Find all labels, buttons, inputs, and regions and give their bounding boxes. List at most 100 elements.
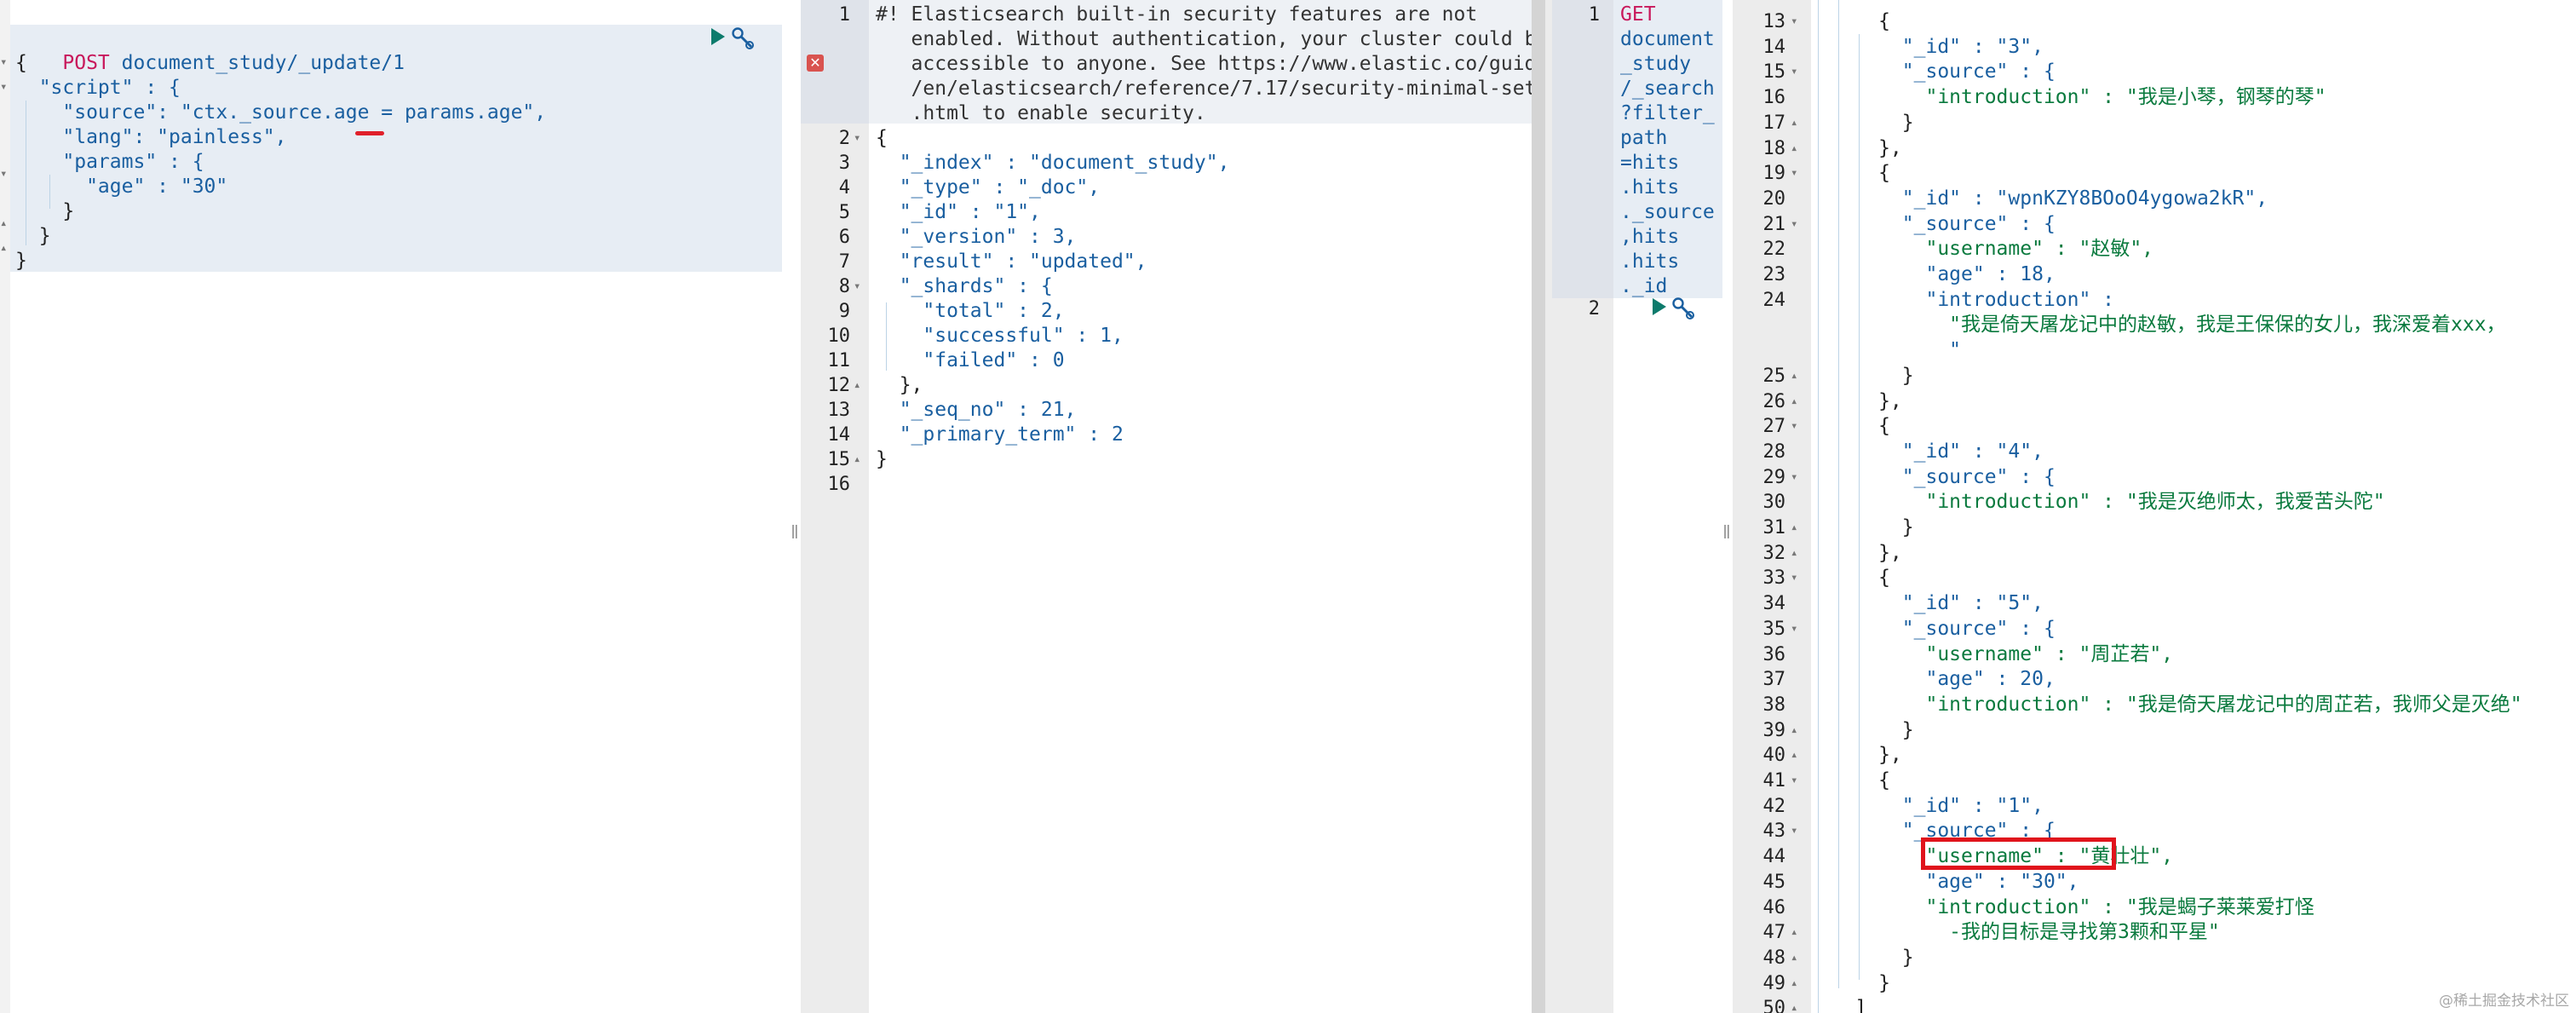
code-line[interactable]: "params" : { bbox=[15, 150, 204, 175]
error-x-icon[interactable]: ✕ bbox=[807, 55, 824, 72]
play-icon[interactable] bbox=[711, 28, 725, 45]
code-line: { bbox=[1808, 769, 1890, 791]
line-number: 49 bbox=[1762, 972, 1786, 994]
code-line: "我是倚天屠龙记中的赵敏，我是王保保的女儿，我深爱着xxx， bbox=[1808, 314, 2506, 337]
fold-marker[interactable]: ▾ bbox=[1791, 617, 1797, 642]
fold-marker[interactable]: ▾ bbox=[1791, 60, 1797, 84]
fold-marker[interactable]: ▾ bbox=[1791, 414, 1797, 439]
fold-marker[interactable]: ▾ bbox=[1791, 161, 1797, 186]
fold-marker[interactable]: ▾ bbox=[1791, 566, 1797, 590]
fold-marker[interactable]: ▴ bbox=[0, 211, 7, 236]
code-line: }, bbox=[1808, 136, 1902, 159]
fold-marker[interactable]: ▾ bbox=[0, 162, 7, 187]
code-line: "total" : 2, bbox=[876, 300, 1065, 322]
code-line: "successful" : 1, bbox=[876, 325, 1124, 347]
code-line: " bbox=[1808, 339, 1962, 362]
line-number: 5 bbox=[838, 202, 850, 223]
line-number: 3 bbox=[838, 153, 850, 174]
code-line: "_id" : "3", bbox=[1808, 35, 2044, 58]
code-line: "age" : "30", bbox=[1808, 870, 2079, 893]
fold-marker[interactable]: ▴ bbox=[0, 236, 7, 261]
line-number: 4 bbox=[838, 177, 850, 199]
request-editor-pane[interactable]: ▾ ▾ ▾ ▴ ▴ POST document_study/_update/1 … bbox=[0, 0, 792, 1013]
line-number: 30 bbox=[1762, 492, 1786, 514]
fold-marker[interactable]: ▴ bbox=[1791, 389, 1797, 414]
fold-marker[interactable]: ▴ bbox=[854, 447, 860, 472]
code-line: { bbox=[876, 127, 888, 149]
line-number: 48 bbox=[1762, 947, 1786, 969]
code-line: } bbox=[1808, 516, 1914, 538]
request-url: =hits bbox=[1620, 152, 1680, 174]
line-number: 25 bbox=[1762, 365, 1786, 387]
code-line: "_id" : "1", bbox=[1808, 794, 2044, 817]
fold-marker[interactable]: ▴ bbox=[854, 373, 860, 398]
code-line[interactable]: { bbox=[15, 51, 27, 76]
second-response-pane[interactable]: 13 ▾ 14 15 ▾ 16 17 ▴ 18 ▴ 19 ▾ 20 21 ▾ 22 23 24 25 ▴ 26 ▴ 27 ▾ 2… bbox=[1733, 0, 2576, 1013]
fold-marker[interactable]: ▴ bbox=[1791, 136, 1797, 161]
code-line[interactable]: } bbox=[15, 249, 27, 273]
line-number: 39 bbox=[1762, 719, 1786, 741]
fold-marker[interactable]: ▴ bbox=[1791, 946, 1797, 970]
fold-marker[interactable]: ▾ bbox=[854, 126, 860, 151]
line-number: 14 bbox=[1762, 36, 1786, 58]
code-line[interactable]: "script" : { bbox=[15, 76, 181, 101]
warning-line: enabled. Without authentication, your cl… bbox=[876, 28, 1532, 50]
fold-marker[interactable]: ▾ bbox=[1791, 212, 1797, 237]
code-line[interactable]: "source": "ctx._source.age = params.age"… bbox=[15, 101, 546, 125]
request-url: ,hits bbox=[1620, 226, 1680, 248]
response-pane[interactable]: ✕ 1 #! Elasticsearch built-in security f… bbox=[801, 0, 1532, 1013]
line-number: 42 bbox=[1762, 795, 1786, 817]
code-line: "failed" : 0 bbox=[876, 349, 1065, 371]
fold-marker[interactable]: ▾ bbox=[854, 274, 860, 299]
code-line: "introduction" : bbox=[1808, 288, 2115, 311]
fold-marker[interactable]: ▾ bbox=[1791, 819, 1797, 843]
code-line: "_primary_term" : 2 bbox=[876, 423, 1124, 446]
line-number: 27 bbox=[1762, 416, 1786, 438]
code-line: "age" : 18, bbox=[1808, 263, 2056, 285]
fold-marker[interactable]: ▾ bbox=[0, 75, 7, 100]
fold-marker[interactable]: ▴ bbox=[1791, 743, 1797, 768]
line-number: 41 bbox=[1762, 770, 1786, 791]
code-line: { bbox=[1808, 162, 1890, 185]
line-number: 50 bbox=[1762, 998, 1786, 1013]
request-url: ._source bbox=[1620, 201, 1715, 223]
fold-marker[interactable]: ▴ bbox=[1791, 515, 1797, 540]
request-line[interactable]: POST document_study/_update/1 bbox=[15, 26, 405, 74]
fold-marker[interactable]: ▾ bbox=[0, 50, 7, 75]
fold-marker[interactable]: ▴ bbox=[1791, 996, 1797, 1013]
code-line[interactable]: } bbox=[15, 199, 74, 224]
line-number: 2 bbox=[1588, 298, 1600, 319]
splitter-handle[interactable]: ‖ bbox=[1721, 521, 1733, 540]
line-number: 23 bbox=[1762, 264, 1786, 285]
code-line[interactable]: } bbox=[15, 224, 51, 249]
indent-guide bbox=[1859, 34, 1860, 980]
code-line: } bbox=[876, 448, 888, 470]
fold-marker[interactable]: ▾ bbox=[1791, 9, 1797, 34]
code-line[interactable]: "lang": "painless", bbox=[15, 125, 286, 150]
wrench-icon[interactable] bbox=[1671, 296, 1695, 320]
pane-splitter[interactable]: ‖ bbox=[1721, 0, 1733, 1013]
play-icon[interactable] bbox=[1653, 298, 1666, 315]
second-request-pane[interactable]: 1 2 GET document _study /_search ?filter… bbox=[1552, 0, 1722, 1013]
code-line[interactable]: "age" : "30" bbox=[15, 175, 227, 199]
fold-marker[interactable]: ▴ bbox=[1791, 111, 1797, 135]
fold-marker[interactable]: ▴ bbox=[1791, 971, 1797, 996]
code-line: "_version" : 3, bbox=[876, 226, 1077, 248]
fold-marker[interactable]: ▾ bbox=[1791, 465, 1797, 490]
pane-splitter[interactable]: ‖ bbox=[789, 0, 801, 1013]
code-line: } bbox=[1808, 364, 1914, 387]
fold-marker[interactable]: ▴ bbox=[1791, 718, 1797, 743]
code-line: { bbox=[1808, 415, 1890, 438]
request-url: .hits bbox=[1620, 250, 1680, 273]
fold-marker[interactable]: ▴ bbox=[1791, 364, 1797, 389]
wrench-icon[interactable] bbox=[731, 26, 755, 50]
splitter-handle[interactable]: ‖ bbox=[789, 521, 801, 540]
code-line: } bbox=[1808, 111, 1914, 134]
fold-marker[interactable]: ▾ bbox=[1791, 768, 1797, 793]
code-line: "introduction" : "我是小琴，钢琴的琴" bbox=[1808, 86, 2326, 109]
indent-guide bbox=[1818, 0, 1819, 1013]
fold-marker[interactable]: ▴ bbox=[1791, 920, 1797, 945]
fold-marker[interactable]: ▴ bbox=[1791, 541, 1797, 566]
code-line: "introduction" : "我是灭绝师太，我爱苦头陀" bbox=[1808, 491, 2385, 514]
code-line: }, bbox=[1808, 389, 1902, 412]
